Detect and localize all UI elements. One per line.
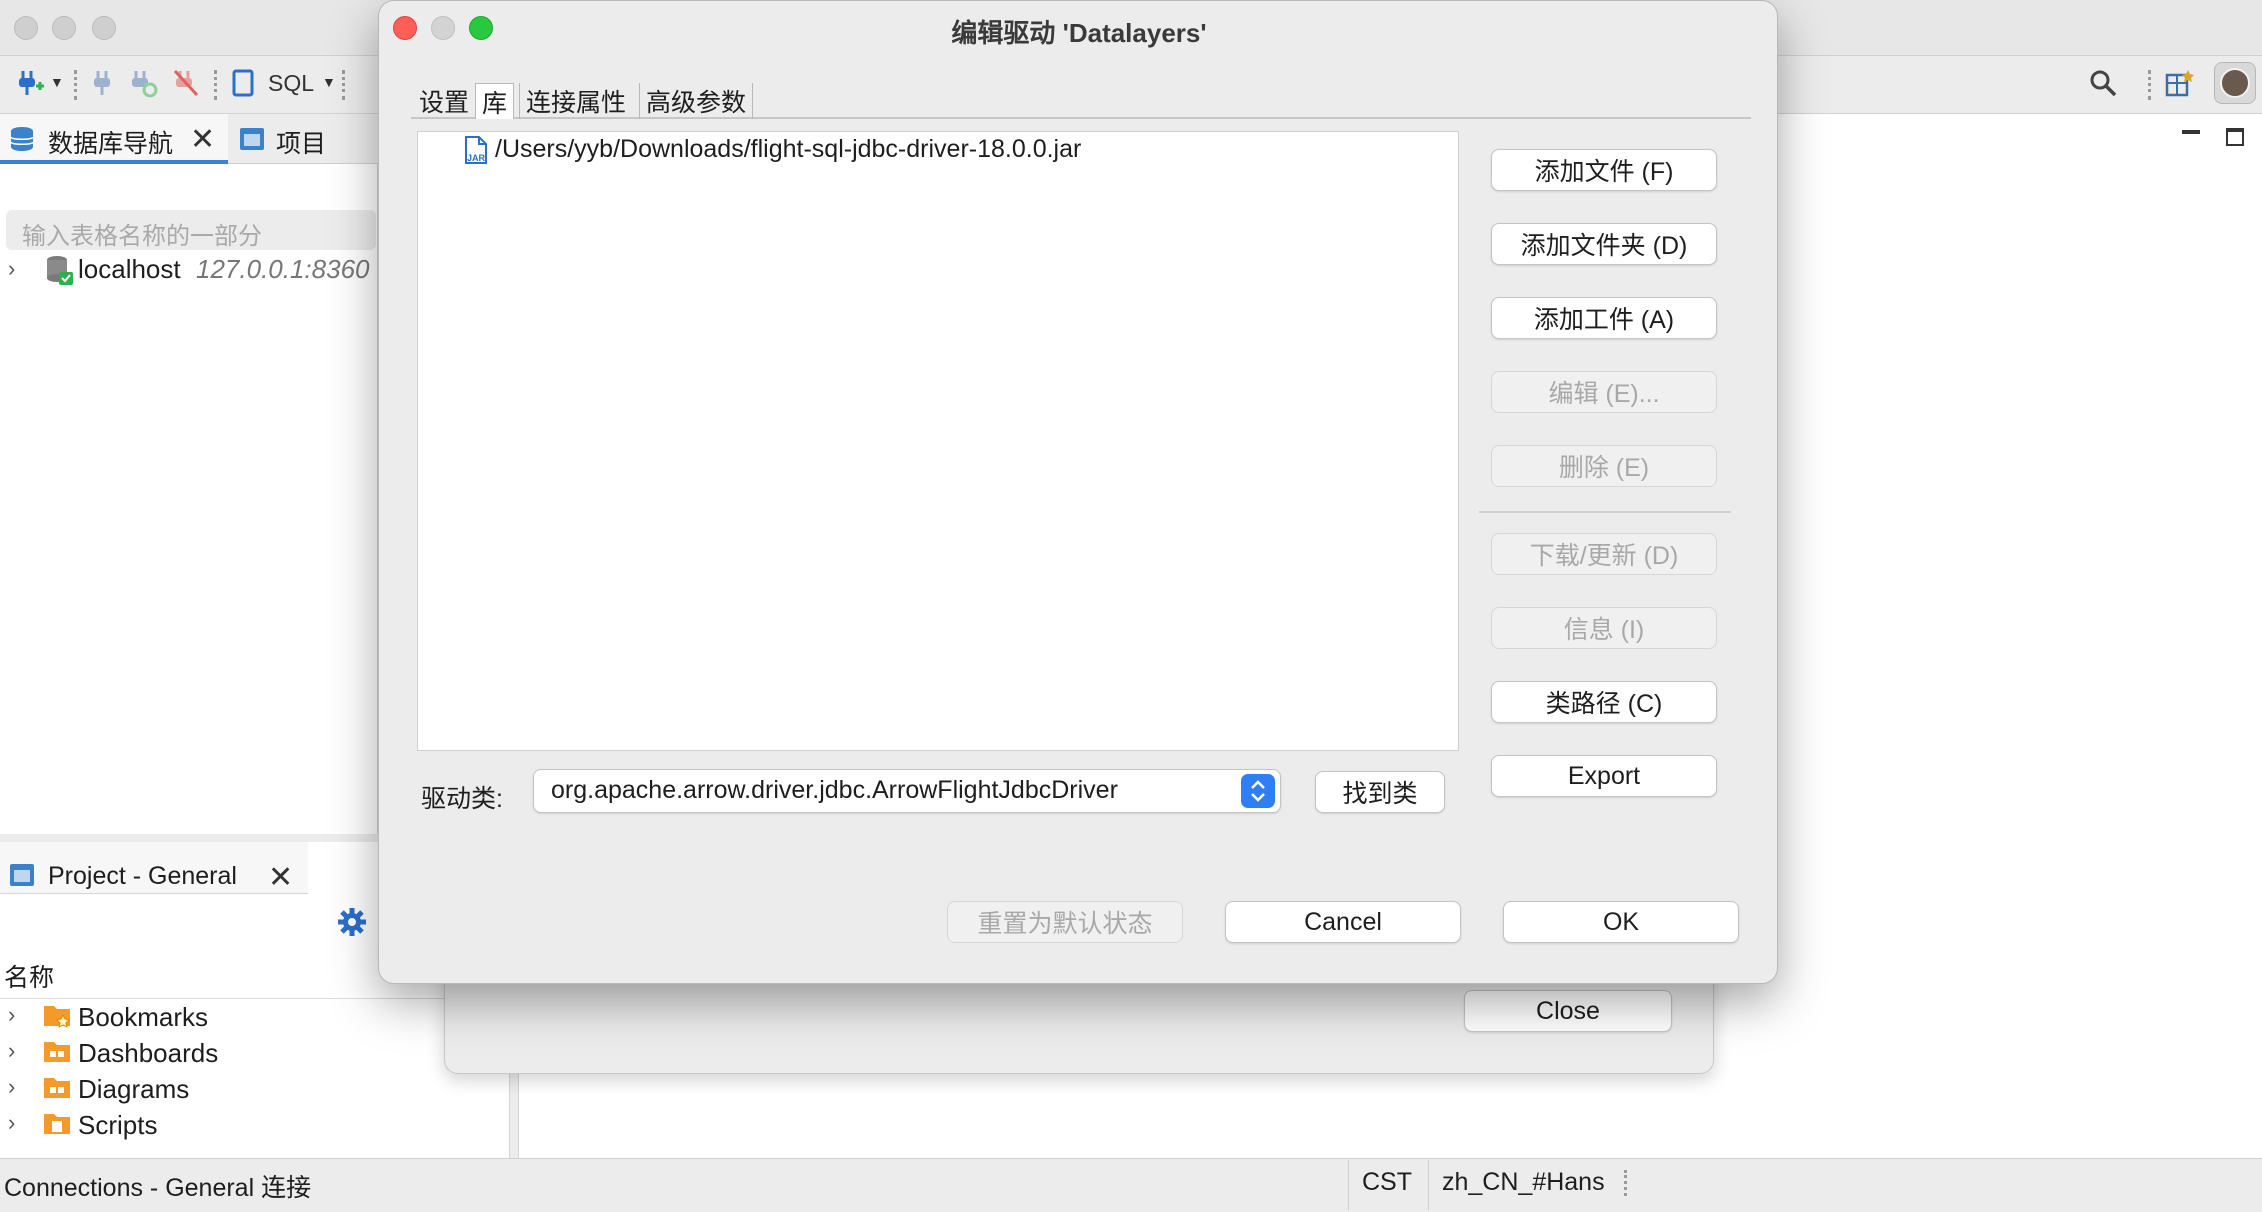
database-navigator-icon — [8, 124, 40, 159]
main-minimize-button[interactable] — [52, 16, 76, 40]
user-avatar[interactable] — [2214, 62, 2256, 104]
info-button[interactable]: 信息 (I) — [1491, 607, 1717, 649]
tab-settings[interactable]: 设置 — [413, 83, 475, 119]
connection-name[interactable]: localhost — [78, 254, 181, 285]
expand-bookmarks-icon[interactable]: › — [8, 1002, 15, 1028]
main-close-button[interactable] — [14, 16, 38, 40]
edit-button[interactable]: 编辑 (E)... — [1491, 371, 1717, 413]
status-locale[interactable]: zh_CN_#Hans — [1442, 1168, 1605, 1197]
search-icon[interactable] — [2088, 68, 2118, 98]
project-column-header: 名称 — [4, 964, 55, 992]
download-update-button[interactable]: 下载/更新 (D) — [1491, 533, 1717, 575]
minimize-view-icon[interactable] — [2182, 130, 2200, 134]
select-stepper-icon[interactable] — [1241, 774, 1275, 808]
tab-libraries[interactable]: 库 — [475, 83, 515, 119]
main-zoom-button[interactable] — [92, 16, 116, 40]
header-divider — [0, 998, 510, 999]
filter-placeholder: 输入表格名称的一部分 — [22, 223, 262, 250]
sql-editor-icon[interactable] — [228, 68, 258, 98]
dashboards-folder-icon — [42, 1038, 72, 1071]
close-button[interactable]: Close — [1464, 990, 1672, 1032]
sql-dropdown-icon[interactable]: ▼ — [322, 74, 336, 90]
sql-label[interactable]: SQL — [268, 70, 314, 97]
delete-button[interactable]: 删除 (E) — [1491, 445, 1717, 487]
toolbar-separator — [342, 70, 346, 100]
settings-gear-icon[interactable] — [336, 906, 368, 943]
expand-dashboards-icon[interactable]: › — [8, 1038, 15, 1064]
driver-class-label: 驱动类: — [421, 785, 503, 813]
connection-address: 127.0.0.1:8360 — [196, 254, 370, 284]
project-item-scripts[interactable]: Scripts — [78, 1110, 157, 1141]
toolbar-separator — [2148, 70, 2152, 100]
ok-button[interactable]: OK — [1503, 901, 1739, 943]
svg-text:JAR: JAR — [467, 153, 486, 163]
expand-diagrams-icon[interactable]: › — [8, 1074, 15, 1100]
library-file-list[interactable] — [417, 131, 1459, 751]
status-divider — [1348, 1160, 1349, 1210]
connect-icon[interactable] — [88, 68, 118, 98]
tab-connection-properties[interactable]: 连接属性 — [519, 83, 632, 119]
disconnect-icon[interactable] — [172, 68, 202, 98]
tab-advanced-parameters[interactable]: 高级参数 — [639, 83, 754, 119]
bookmarks-folder-icon — [42, 1002, 72, 1035]
close-tab-icon[interactable]: ✕ — [268, 860, 293, 895]
status-connections: Connections - General 连接 — [4, 1174, 312, 1202]
add-artifact-button[interactable]: 添加工件 (A) — [1491, 297, 1717, 339]
project-icon — [8, 862, 36, 893]
status-timezone[interactable]: CST — [1362, 1168, 1412, 1197]
dialog-title: 编辑驱动 'Datalayers' — [951, 18, 1207, 48]
scripts-folder-icon — [42, 1110, 72, 1143]
status-divider — [1428, 1160, 1429, 1210]
project-item-bookmarks[interactable]: Bookmarks — [78, 1002, 208, 1033]
perspective-icon[interactable] — [2164, 68, 2194, 98]
export-button[interactable]: Export — [1491, 755, 1717, 797]
connection-database-icon — [44, 254, 74, 291]
classpath-button[interactable]: 类路径 (C) — [1491, 681, 1717, 723]
project-item-diagrams[interactable]: Diagrams — [78, 1074, 189, 1105]
reconnect-icon[interactable] — [128, 68, 158, 98]
add-file-button[interactable]: 添加文件 (F) — [1491, 149, 1717, 191]
cancel-button[interactable]: Cancel — [1225, 901, 1461, 943]
edit-driver-dialog: 编辑驱动 'Datalayers' 设置 库 连接属性 高级参数 JAR /Us… — [378, 0, 1778, 984]
project-item-dashboards[interactable]: Dashboards — [78, 1038, 218, 1069]
status-bar — [0, 1158, 2262, 1212]
toolbar-separator — [214, 70, 218, 100]
library-file-path[interactable]: /Users/yyb/Downloads/flight-sql-jdbc-dri… — [495, 135, 1081, 164]
new-connection-dropdown-icon[interactable]: ▼ — [50, 74, 64, 90]
driver-class-value[interactable]: org.apache.arrow.driver.jdbc.ArrowFlight… — [551, 776, 1118, 805]
status-separator — [1624, 1170, 1628, 1196]
expand-connection-icon[interactable]: › — [8, 256, 15, 282]
buttons-divider — [1479, 511, 1731, 513]
expand-scripts-icon[interactable]: › — [8, 1110, 15, 1136]
new-connection-icon[interactable] — [14, 68, 44, 98]
tab-database-navigator-label[interactable]: 数据库导航 — [48, 124, 173, 160]
project-tab-label[interactable]: Project - General — [48, 862, 237, 891]
project-tab-icon — [238, 126, 266, 157]
jar-file-icon: JAR — [463, 135, 489, 170]
toolbar-separator — [74, 70, 78, 100]
diagrams-folder-icon — [42, 1074, 72, 1107]
add-folder-button[interactable]: 添加文件夹 (D) — [1491, 223, 1717, 265]
tab-projects-label[interactable]: 项目 — [276, 124, 326, 160]
reset-defaults-button[interactable]: 重置为默认状态 — [947, 901, 1183, 943]
maximize-view-icon[interactable] — [2226, 128, 2244, 146]
close-tab-icon[interactable]: ✕ — [190, 122, 215, 157]
find-class-button[interactable]: 找到类 — [1315, 771, 1445, 813]
